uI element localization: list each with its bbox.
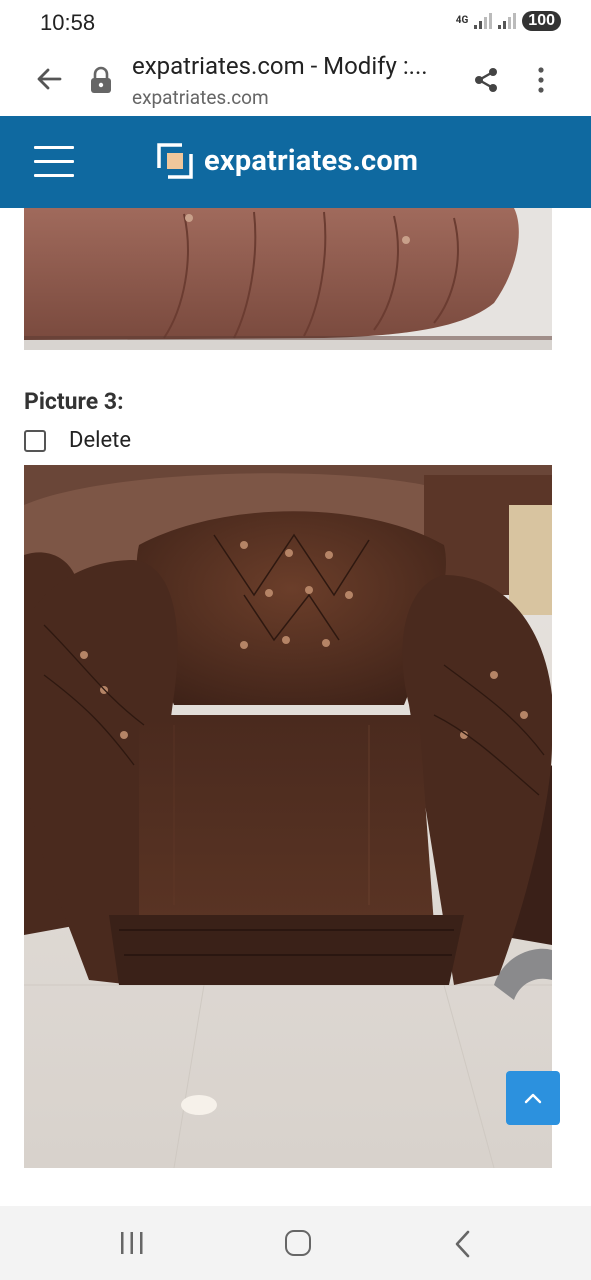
status-bar: 10:58 4G 100 [0, 0, 591, 44]
listing-photo-2 [24, 208, 552, 350]
logo-mark-icon [156, 142, 194, 180]
delete-checkbox[interactable] [24, 429, 46, 452]
hamburger-menu-icon[interactable] [34, 146, 74, 178]
lock-icon[interactable] [90, 66, 112, 94]
page-domain[interactable]: expatriates.com [132, 86, 269, 109]
back-icon[interactable] [452, 1230, 474, 1258]
signal-icon [498, 13, 517, 29]
signal-icon [474, 13, 493, 29]
back-arrow-icon[interactable] [34, 64, 64, 94]
more-vert-icon[interactable] [530, 66, 552, 94]
system-nav-bar [0, 1206, 591, 1280]
delete-row: Delete [24, 428, 131, 453]
share-icon[interactable] [472, 66, 500, 94]
delete-label[interactable]: Delete [69, 428, 131, 453]
picture-label: Picture 3: [24, 388, 124, 415]
network-type: 4G [455, 15, 469, 26]
battery-icon: 100 [522, 11, 561, 31]
status-icons: 4G 100 [456, 11, 561, 31]
home-icon[interactable] [285, 1230, 311, 1256]
chevron-up-icon [524, 1093, 542, 1104]
site-header: expatriates.com [0, 116, 591, 208]
site-logo[interactable]: expatriates.com [156, 142, 418, 180]
page-title[interactable]: expatriates.com - Modify :... [132, 52, 452, 80]
status-time: 10:58 [40, 10, 96, 35]
logo-text: expatriates.com [204, 144, 419, 178]
scroll-to-top-button[interactable] [506, 1071, 560, 1125]
browser-toolbar: expatriates.com - Modify :... expatriate… [0, 44, 591, 116]
listing-photo-3 [24, 465, 552, 1168]
recents-icon[interactable] [119, 1232, 145, 1254]
